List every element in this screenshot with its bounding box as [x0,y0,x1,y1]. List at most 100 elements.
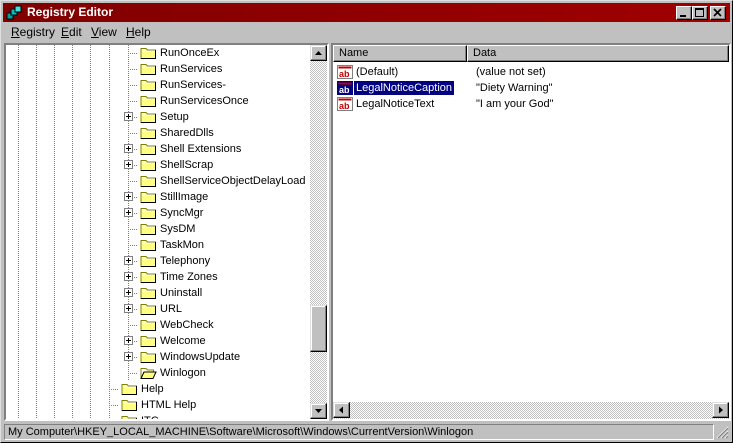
open-folder-icon [140,368,157,379]
expand-plus-icon[interactable] [124,304,133,313]
resize-grip-icon[interactable] [716,426,729,439]
tree-item-label: RunServices [160,63,223,75]
tree-item[interactable]: RunServices [6,61,310,77]
menu-item[interactable]: Edit [61,25,82,40]
menu-item[interactable]: Help [126,25,151,40]
expand-plus-icon[interactable] [124,192,133,201]
key-tree[interactable]: RunOnceEx RunServices RunServices- RunServi… [6,45,310,419]
tree-connector [128,373,138,374]
folder-icon [140,144,156,155]
tree-item-label: Time Zones [160,271,218,283]
menu-accelerator: H [126,25,135,39]
tree-item[interactable]: Help [6,381,310,397]
tree-item-label: Winlogon [160,367,206,379]
tree-item[interactable]: URL [6,301,310,317]
tree-item[interactable]: SyncMgr [6,205,310,221]
folder-icon [140,224,156,235]
title-bar[interactable]: Registry Editor [3,3,730,22]
expand-plus-icon[interactable] [124,288,133,297]
tree-item[interactable]: ShellServiceObjectDelayLoad [6,173,310,189]
tree-item-label: Shell Extensions [160,143,242,155]
minimize-button[interactable] [676,6,692,20]
tree-item[interactable]: ITC [6,413,310,419]
tree-item-label: URL [160,303,183,315]
tree-item[interactable]: RunServicesOnce [6,93,310,109]
tree-item[interactable]: ShellScrap [6,157,310,173]
tree-item-label: Telephony [160,255,211,267]
minimize-icon [680,15,686,17]
tree-item[interactable]: HTML Help [6,397,310,413]
value-row[interactable]: ab LegalNoticeCaption "Diety Warning" [335,80,715,96]
values-list-pane[interactable]: Name Data ab (Default) (value not set) ab Le… [331,43,731,421]
tree-item[interactable]: Welcome [6,333,310,349]
expand-plus-icon[interactable] [124,272,133,281]
values-horizontal-scrollbar[interactable] [333,402,729,419]
svg-text:ab: ab [339,69,350,79]
expand-plus-icon[interactable] [124,208,133,217]
tree-vertical-scrollbar[interactable] [310,45,327,419]
maximize-button[interactable] [692,6,708,20]
key-tree-pane[interactable]: RunOnceEx RunServices RunServices- RunServi… [4,43,329,421]
tree-connector [109,405,119,406]
scroll-down-button[interactable] [310,403,327,419]
menu-item[interactable]: Registry [11,25,55,40]
value-row[interactable]: ab (Default) (value not set) [335,64,715,80]
value-data: "I am your God" [476,98,554,110]
expand-plus-icon[interactable] [124,144,133,153]
tree-connector [128,69,138,70]
tree-item[interactable]: TaskMon [6,237,310,253]
folder-icon [140,240,156,251]
tree-connector [128,181,138,182]
svg-text:ab: ab [339,85,350,95]
tree-connector [128,325,138,326]
tree-item[interactable]: Telephony [6,253,310,269]
tree-item[interactable]: Winlogon [6,365,310,381]
tree-item[interactable]: StillImage [6,189,310,205]
tree-item[interactable]: RunServices- [6,77,310,93]
scroll-right-button[interactable] [712,402,729,418]
value-row[interactable]: ab LegalNoticeText "I am your God" [335,96,715,112]
menu-item[interactable]: View [91,25,117,40]
expand-plus-icon[interactable] [124,352,133,361]
value-data: "Diety Warning" [476,82,553,94]
tree-item[interactable]: Time Zones [6,269,310,285]
column-header-name[interactable]: Name [333,45,467,62]
expand-plus-icon[interactable] [124,336,133,345]
string-value-icon: ab [337,65,353,79]
tree-item-label: WindowsUpdate [160,351,241,363]
expand-plus-icon[interactable] [124,160,133,169]
tree-item-label: Help [141,383,164,395]
tree-item[interactable]: SysDM [6,221,310,237]
column-header-data[interactable]: Data [467,45,729,62]
tree-item[interactable]: SharedDlls [6,125,310,141]
tree-item-label: WebCheck [160,319,214,331]
close-button[interactable] [710,6,726,20]
folder-icon [140,352,156,363]
tree-item[interactable]: Shell Extensions [6,141,310,157]
tree-item[interactable]: WebCheck [6,317,310,333]
expand-plus-icon[interactable] [124,256,133,265]
folder-icon [140,208,156,219]
menu-bar: Registry Edit View Help [3,23,730,42]
tree-item[interactable]: Uninstall [6,285,310,301]
folder-icon [121,400,137,411]
tree-item-label: SysDM [160,223,196,235]
scroll-up-button[interactable] [310,45,327,61]
arrow-left-icon [339,406,343,414]
tree-item[interactable]: Setup [6,109,310,125]
menu-accelerator: R [11,25,20,39]
tree-item[interactable]: RunOnceEx [6,45,310,61]
tree-item-label: Setup [160,111,189,123]
menu-label: dit [69,25,82,39]
arrow-right-icon [719,406,723,414]
maximize-icon [695,8,704,17]
menu-accelerator: V [91,25,99,39]
tree-item-label: ShellServiceObjectDelayLoad [160,175,306,187]
tree-connector [128,229,138,230]
scroll-left-button[interactable] [333,402,350,418]
tree-scroll-thumb[interactable] [310,305,327,352]
tree-item[interactable]: WindowsUpdate [6,349,310,365]
tree-item-label: StillImage [160,191,209,203]
expand-plus-icon[interactable] [124,112,133,121]
window-title: Registry Editor [27,5,114,19]
